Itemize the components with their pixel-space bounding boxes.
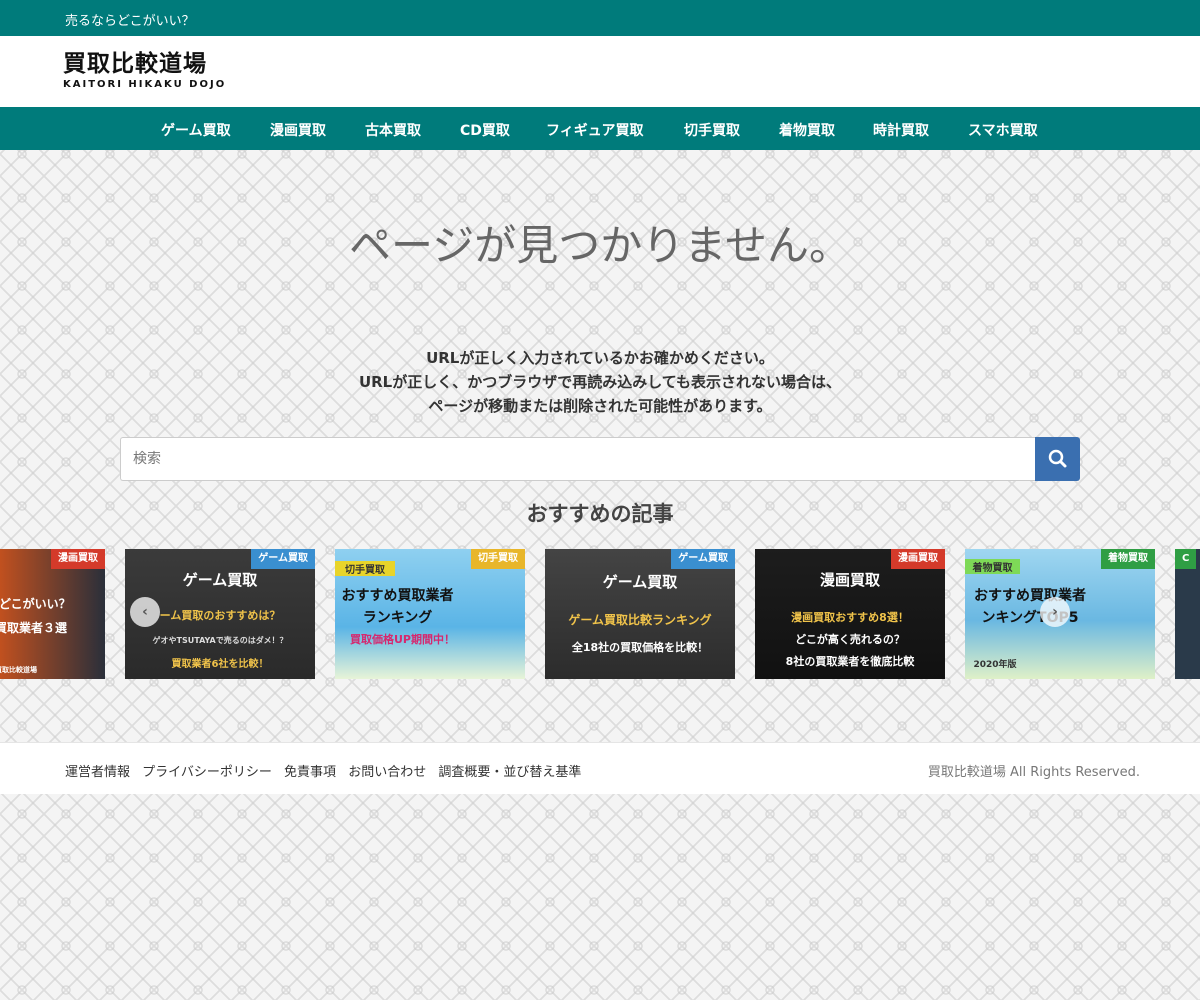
card-category-badge: 漫画買取 <box>891 549 945 569</box>
chevron-right-icon: › <box>1052 604 1058 620</box>
site-tagline: 売るならどこがいい？ <box>65 14 195 29</box>
article-card[interactable]: C <box>1175 549 1200 679</box>
recommended-carousel: 漫画買取 ならどこがいい？ 買取業者３選 買取比較道場 ゲーム買取 ゲーム買取 … <box>0 549 1200 679</box>
nav-item-figure[interactable]: フィギュア買取 <box>546 120 643 140</box>
search-button[interactable] <box>1035 437 1080 481</box>
message-line: URLが正しく入力されているかお確かめください。 <box>426 349 774 367</box>
card-subline: ランキング <box>362 610 433 626</box>
site-logo[interactable]: 買取比較道場 KAITORI HIKAKU DOJO <box>63 50 253 96</box>
card-category-badge: ゲーム買取 <box>671 549 735 569</box>
card-subline: 買取業者３選 <box>0 621 68 635</box>
article-card[interactable]: 漫画買取 ならどこがいい？ 買取業者３選 買取比較道場 <box>0 549 105 679</box>
copyright: 買取比較道場 All Rights Reserved. <box>927 765 1140 780</box>
card-subline: 買取業者6社を比較！ <box>171 659 269 670</box>
logo-title: 買取比較道場 <box>63 50 207 77</box>
nav-item-stamp[interactable]: 切手買取 <box>684 120 740 140</box>
card-tag: 切手買取 <box>335 561 395 576</box>
card-category-badge: 着物買取 <box>1101 549 1155 569</box>
card-headline: おすすめ買取業者 <box>974 588 1086 604</box>
article-card[interactable]: 漫画買取 漫画買取 漫画買取おすすめ8選！ どこが高く売れるの？ 8社の買取業者… <box>755 549 945 679</box>
site-footer: 運営者情報 プライバシーポリシー 免責事項 お問い合わせ 調査概要・並び替え基準… <box>0 742 1200 794</box>
nav-item-game[interactable]: ゲーム買取 <box>161 120 231 140</box>
carousel-prev-button[interactable]: ‹ <box>130 597 160 627</box>
not-found-message: URLが正しく入力されているかお確かめください。 URLが正しく、かつブラウザで… <box>0 346 1200 418</box>
card-tag: 着物買取 <box>965 559 1020 574</box>
footer-link-privacy[interactable]: プライバシーポリシー <box>142 765 272 780</box>
card-category-badge: 漫画買取 <box>51 549 105 569</box>
card-subline: どこが高く売れるの？ <box>795 633 905 646</box>
card-brand: 買取比較道場 <box>0 666 37 674</box>
card-subline: 買取価格UP期間中！ <box>350 633 455 646</box>
nav-item-kimono[interactable]: 着物買取 <box>779 120 835 140</box>
nav-item-manga[interactable]: 漫画買取 <box>270 120 326 140</box>
chevron-left-icon: ‹ <box>142 604 148 620</box>
footer-link-contact[interactable]: お問い合わせ <box>348 765 426 780</box>
card-subline: ンキングTOP5 <box>981 610 1079 626</box>
carousel-next-button[interactable]: › <box>1040 597 1070 627</box>
card-subline: 漫画買取おすすめ8選！ <box>791 611 909 624</box>
card-headline: おすすめ買取業者 <box>341 588 454 604</box>
footer-link-operator[interactable]: 運営者情報 <box>65 765 130 780</box>
card-subline: ゲーム買取比較ランキング <box>568 613 712 627</box>
card-category-badge: C <box>1175 549 1197 569</box>
message-line: ページが移動または削除された可能性があります。 <box>428 397 772 415</box>
nav-item-smartphone[interactable]: スマホ買取 <box>968 120 1038 140</box>
footer-links: 運営者情報 プライバシーポリシー 免責事項 お問い合わせ 調査概要・並び替え基準 <box>65 761 589 780</box>
article-card[interactable]: ゲーム買取 ゲーム買取 ゲーム買取比較ランキング 全18社の買取価格を比較！ <box>545 549 735 679</box>
footer-link-disclaimer[interactable]: 免責事項 <box>284 765 336 780</box>
top-bar: 売るならどこがいい？ <box>0 0 1200 36</box>
logo-subtitle: KAITORI HIKAKU DOJO <box>63 79 227 90</box>
footer-link-survey[interactable]: 調査概要・並び替え基準 <box>438 765 581 780</box>
article-card[interactable]: 切手買取 切手買取 おすすめ買取業者 ランキング 買取価格UP期間中！ <box>335 549 525 679</box>
card-headline: ゲーム買取 <box>182 571 258 589</box>
card-subline: ゲオやTSUTAYAで売るのはダメ！？ <box>152 636 288 645</box>
card-category-badge: ゲーム買取 <box>251 549 315 569</box>
card-headline: ゲーム買取 <box>602 573 678 591</box>
recommended-heading: おすすめの記事 <box>526 502 674 526</box>
nav-item-watch[interactable]: 時計買取 <box>873 120 929 140</box>
nav-item-used-books[interactable]: 古本買取 <box>365 120 421 140</box>
card-subline: 2020年版 <box>973 660 1017 670</box>
message-line: URLが正しく、かつブラウザで再読み込みしても表示されない場合は、 <box>358 373 842 391</box>
search-form <box>120 437 1080 481</box>
main-navigation: ゲーム買取 漫画買取 古本買取 CD買取 フィギュア買取 切手買取 着物買取 時… <box>0 107 1200 150</box>
card-subline: 8社の買取業者を徹底比較 <box>785 655 915 668</box>
card-headline: ならどこがいい？ <box>0 597 71 611</box>
search-input[interactable] <box>120 437 1035 481</box>
site-header: 買取比較道場 KAITORI HIKAKU DOJO <box>0 36 1200 107</box>
search-icon <box>1048 449 1067 468</box>
page-title: ページが見つかりません。 <box>349 221 851 270</box>
card-headline: 漫画買取 <box>819 571 880 589</box>
nav-item-cd[interactable]: CD買取 <box>460 120 510 140</box>
card-category-badge: 切手買取 <box>471 549 525 569</box>
card-subline: 全18社の買取価格を比較！ <box>571 641 709 654</box>
